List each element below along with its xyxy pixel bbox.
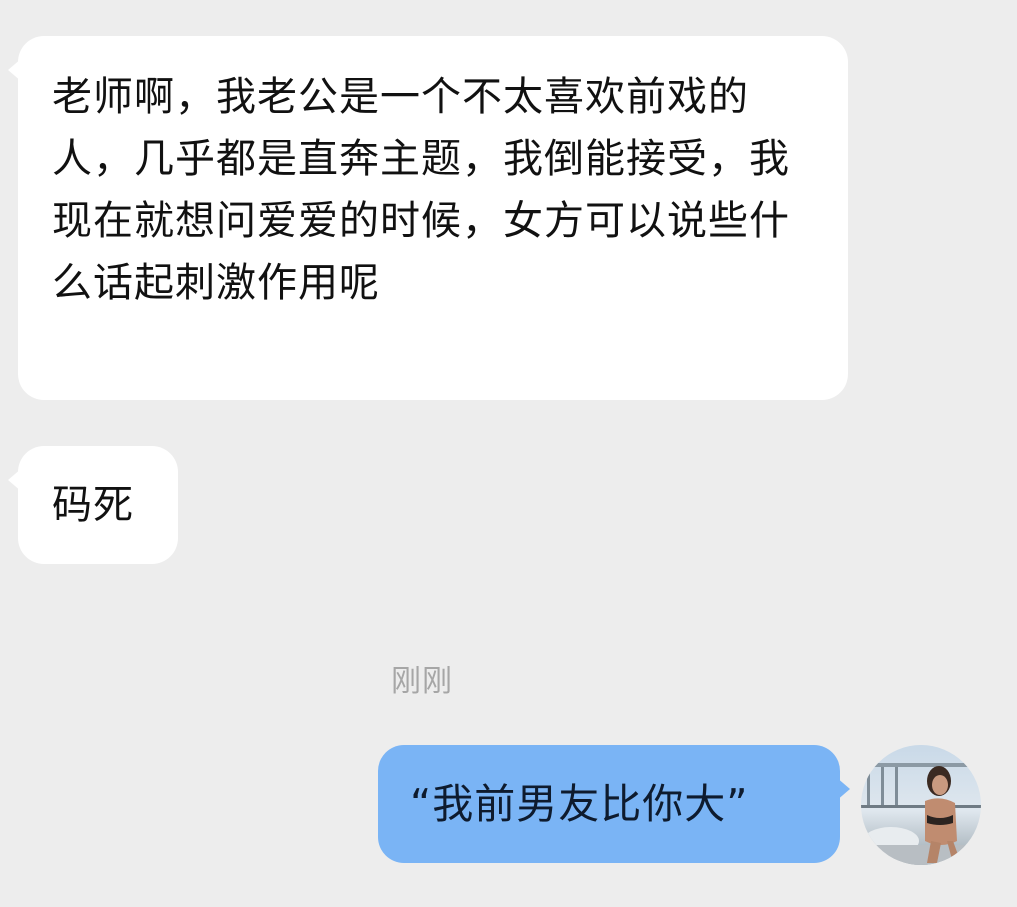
- avatar-photo-icon: [861, 745, 981, 865]
- user-avatar[interactable]: [861, 745, 981, 865]
- chat-area: 老师啊，我老公是一个不太喜欢前戏的人，几乎都是直奔主题，我倒能接受，我现在就想问…: [0, 0, 1017, 907]
- incoming-message-bubble[interactable]: 老师啊，我老公是一个不太喜欢前戏的人，几乎都是直奔主题，我倒能接受，我现在就想问…: [8, 36, 848, 400]
- message-timestamp: 刚刚: [391, 664, 453, 699]
- outgoing-message-bubble[interactable]: “我前男友比你大”: [378, 745, 850, 863]
- incoming-message-bubble[interactable]: 码死: [8, 446, 178, 564]
